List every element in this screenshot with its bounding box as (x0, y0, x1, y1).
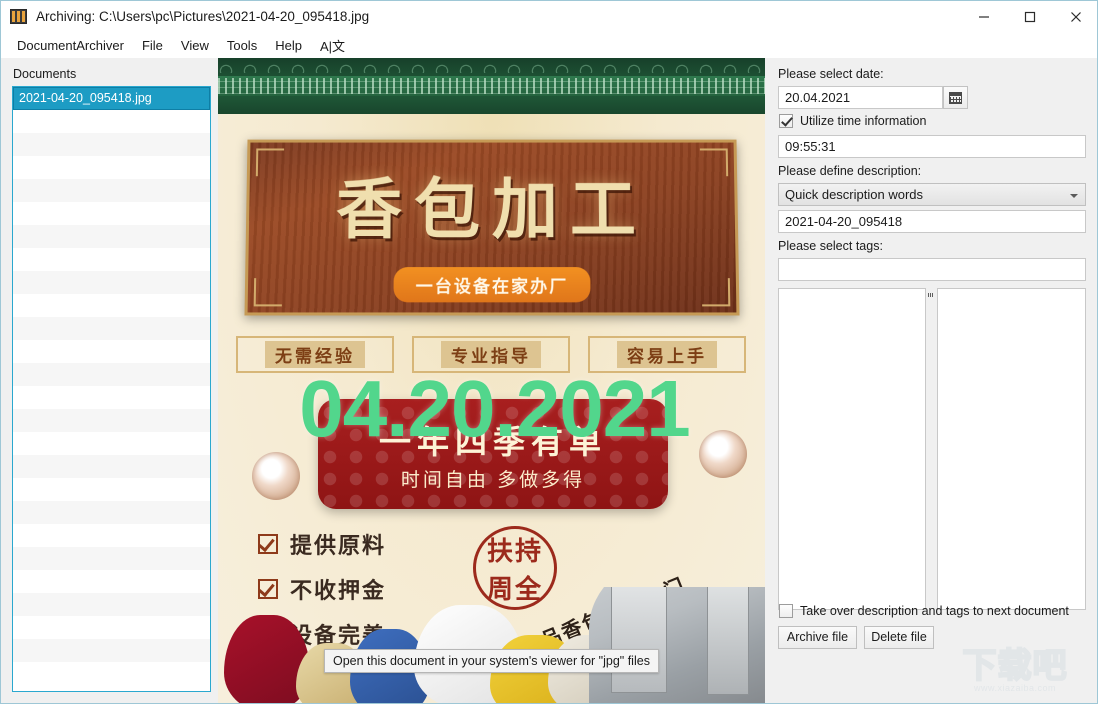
list-item[interactable] (13, 547, 210, 570)
quick-description-select[interactable]: Quick description words (778, 183, 1086, 206)
document-viewer[interactable]: 香包加工 一台设备在家办厂 无需经验 专业指导 容易上手 一年四季有单 时间自由… (218, 58, 765, 703)
list-item[interactable] (13, 225, 210, 248)
metadata-pane: Please select date: 20.04.2021 Utilize t… (765, 58, 1097, 703)
list-item[interactable] (13, 662, 210, 685)
list-item[interactable] (13, 363, 210, 386)
decorative-knot-icon (252, 452, 300, 500)
menu-item-language[interactable]: A|文 (311, 33, 354, 58)
list-item[interactable] (13, 294, 210, 317)
poster-photo-strip (218, 587, 765, 703)
documents-label: Documents (13, 67, 77, 81)
list-item[interactable] (13, 202, 210, 225)
calendar-icon (949, 91, 962, 104)
description-input[interactable]: 2021-04-20_095418 (778, 210, 1086, 233)
selected-tags-list[interactable] (937, 288, 1086, 610)
list-item[interactable] (13, 478, 210, 501)
list-item[interactable] (13, 409, 210, 432)
list-item[interactable] (13, 156, 210, 179)
menu-item-tools[interactable]: Tools (218, 35, 266, 56)
list-item[interactable] (13, 593, 210, 616)
utilize-time-checkbox-row[interactable]: Utilize time information (779, 114, 926, 128)
tags-label: Please select tags: (778, 239, 883, 253)
minimize-button[interactable] (961, 1, 1007, 32)
close-button[interactable] (1053, 1, 1097, 32)
site-watermark: 下载吧 www.xiazaiba.com (935, 646, 1095, 703)
maximize-button[interactable] (1007, 1, 1053, 32)
ornament-band-dark (218, 58, 765, 76)
watermark-text: 下载吧 (962, 646, 1068, 686)
corner-ornament-icon (253, 278, 283, 307)
list-item[interactable] (13, 501, 210, 524)
description-label: Please define description: (778, 164, 922, 178)
date-label: Please select date: (778, 67, 884, 81)
menu-item-file[interactable]: File (133, 35, 172, 56)
window-title: Archiving: C:\Users\pc\Pictures\2021-04-… (36, 9, 370, 24)
content-area: Documents 2021-04-20_095418.jpg 香包加工 一台设… (1, 58, 1097, 703)
checklist-label: 提供原料 (290, 534, 387, 559)
wooden-plaque: 香包加工 一台设备在家办厂 (244, 139, 740, 316)
menu-bar: DocumentArchiver File View Tools Help A|… (1, 32, 1097, 58)
take-over-checkbox-row[interactable]: Take over description and tags to next d… (779, 604, 1069, 618)
application-window: Archiving: C:\Users\pc\Pictures\2021-04-… (0, 0, 1098, 704)
poster-headline: 香包加工 (335, 170, 649, 249)
checkmark-icon (258, 534, 278, 554)
calendar-button[interactable] (943, 86, 968, 109)
list-item[interactable] (13, 271, 210, 294)
utilize-time-checkbox[interactable] (779, 114, 793, 128)
tags-splitter[interactable] (926, 288, 935, 610)
list-item[interactable] (13, 639, 210, 662)
viewer-tooltip: Open this document in your system's view… (324, 649, 659, 673)
ornament-band-green (218, 76, 765, 96)
corner-ornament-icon (701, 278, 731, 307)
list-item[interactable] (13, 179, 210, 202)
list-item[interactable] (13, 133, 210, 156)
list-item[interactable] (13, 455, 210, 478)
delete-file-button[interactable]: Delete file (864, 626, 934, 649)
list-item[interactable] (13, 386, 210, 409)
date-stamp-overlay: 04.20.2021 (299, 364, 690, 453)
scroll-line-2: 时间自由 多做多得 (400, 470, 586, 491)
list-item[interactable] (13, 248, 210, 271)
list-item[interactable]: 2021-04-20_095418.jpg (13, 87, 210, 110)
window-controls (961, 1, 1097, 32)
quick-description-value: Quick description words (785, 187, 923, 202)
time-input[interactable]: 09:55:31 (778, 135, 1086, 158)
packaging-machine-photo (589, 587, 765, 703)
documents-pane: Documents 2021-04-20_095418.jpg (1, 58, 218, 703)
list-item[interactable] (13, 110, 210, 133)
splitter-grip-icon (928, 293, 933, 297)
checklist-item: 提供原料 (258, 528, 386, 560)
archive-file-button[interactable]: Archive file (778, 626, 857, 649)
tags-input[interactable] (778, 258, 1086, 281)
take-over-label: Take over description and tags to next d… (800, 604, 1069, 618)
menu-item-help[interactable]: Help (266, 35, 311, 56)
watermark-url: www.xiazaiba.com (973, 683, 1057, 693)
list-item[interactable] (13, 432, 210, 455)
poster-subtitle: 一台设备在家办厂 (393, 267, 591, 303)
archive-box-icon (10, 9, 27, 24)
take-over-checkbox[interactable] (779, 604, 793, 618)
list-item[interactable] (13, 570, 210, 593)
poster-image: 香包加工 一台设备在家办厂 无需经验 专业指导 容易上手 一年四季有单 时间自由… (218, 58, 765, 703)
list-item[interactable] (13, 524, 210, 547)
available-tags-list[interactable] (778, 288, 926, 610)
menu-item-documentarchiver[interactable]: DocumentArchiver (8, 35, 133, 56)
list-item[interactable] (13, 317, 210, 340)
title-bar: Archiving: C:\Users\pc\Pictures\2021-04-… (1, 1, 1097, 32)
utilize-time-label: Utilize time information (800, 114, 927, 128)
documents-list[interactable]: 2021-04-20_095418.jpg (12, 86, 211, 692)
menu-item-view[interactable]: View (172, 35, 218, 56)
list-item[interactable] (13, 616, 210, 639)
date-input[interactable]: 20.04.2021 (778, 86, 943, 109)
chevron-down-icon (1070, 194, 1078, 198)
list-item[interactable] (13, 340, 210, 363)
